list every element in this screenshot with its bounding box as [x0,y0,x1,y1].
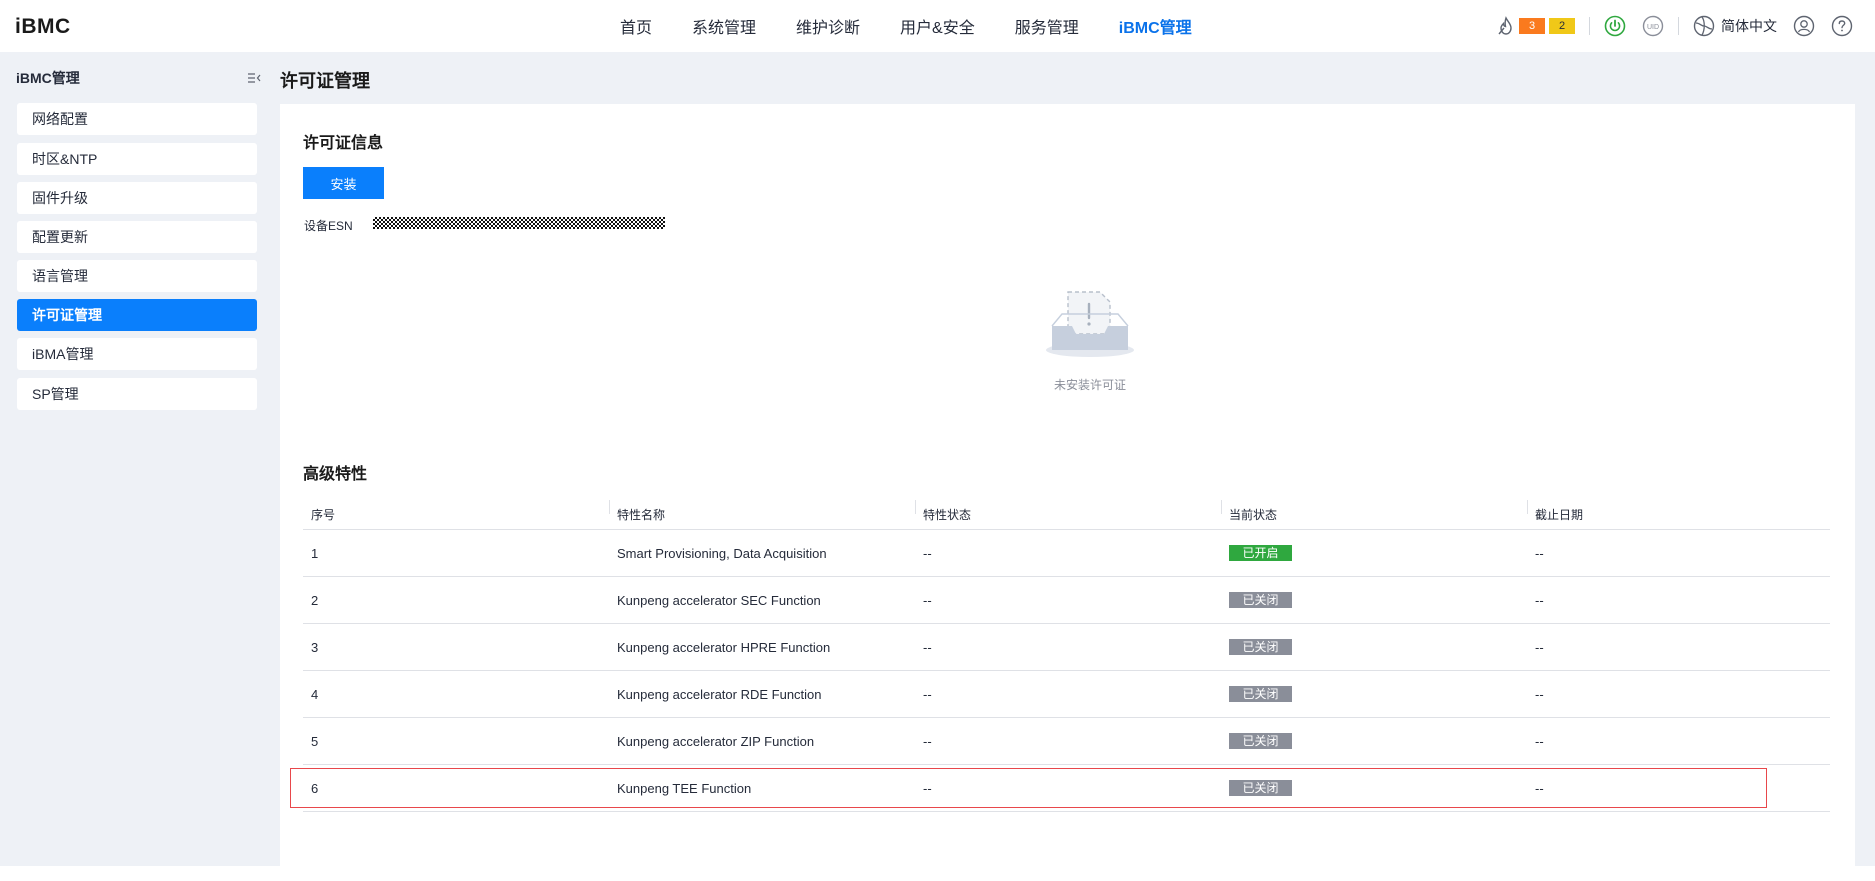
sidebar-item-language[interactable]: 语言管理 [17,260,257,292]
sidebar-item-firmware[interactable]: 固件升级 [17,182,257,214]
status-badge: 已关闭 [1229,639,1292,655]
features-table: 序号 特性名称 特性状态 当前状态 截止日期 1 Smart Provision… [290,500,1830,812]
table-header: 序号 特性名称 特性状态 当前状态 截止日期 [303,500,1830,530]
cell-feature-state: -- [923,592,932,608]
svg-text:UID: UID [1647,24,1659,31]
table-row: 5 Kunpeng accelerator ZIP Function -- 已关… [303,718,1830,765]
alarm-icon[interactable] [1497,16,1515,36]
cell-deadline: -- [1535,639,1544,655]
nav-item-user-security[interactable]: 用户&安全 [900,14,975,38]
cell-deadline: -- [1535,545,1544,561]
cell-no: 6 [311,780,319,796]
language-icon[interactable] [1693,15,1715,37]
table-row: 1 Smart Provisioning, Data Acquisition -… [303,530,1830,577]
license-panel: 许可证信息 安装 设备ESN 未安装许可证 高级特性 序号 特性名称 特性状态 … [280,104,1855,866]
cell-name: Smart Provisioning, Data Acquisition [617,545,827,561]
page-title: 许可证管理 [280,71,370,91]
sidebar-item-timezone-ntp[interactable]: 时区&NTP [17,143,257,175]
table-row: 2 Kunpeng accelerator SEC Function -- 已关… [303,577,1830,624]
cell-current-state: 已关闭 [1221,780,1527,796]
install-button[interactable]: 安装 [303,167,384,199]
nav-item-ibmc[interactable]: iBMC管理 [1119,14,1192,38]
sidebar-header: iBMC管理 [16,66,263,90]
empty-inbox-icon [1046,291,1134,357]
table-row-highlighted: 6 Kunpeng TEE Function -- 已关闭 -- [290,765,1830,812]
cell-name: Kunpeng accelerator HPRE Function [617,639,831,655]
column-header-feature-state: 特性状态 [915,500,1221,523]
cell-current-state: 已关闭 [1221,733,1527,749]
advanced-features-title: 高级特性 [303,466,368,483]
major-alarm-badge[interactable]: 3 [1519,18,1545,34]
cell-feature-state: -- [923,733,932,749]
column-header-current-state: 当前状态 [1221,500,1527,523]
header-actions: 3 2 UID 简体中文 [1497,0,1875,52]
cell-deadline: -- [1535,733,1544,749]
status-badge: 已关闭 [1229,780,1292,796]
help-icon[interactable] [1831,15,1853,37]
cell-feature-state: -- [923,639,932,655]
column-header-name: 特性名称 [609,500,915,523]
table-row: 3 Kunpeng accelerator HPRE Function -- 已… [303,624,1830,671]
sidebar-item-ibma[interactable]: iBMA管理 [17,338,257,370]
sidebar-title: iBMC管理 [16,70,80,86]
collapse-sidebar-icon[interactable] [247,72,261,84]
cell-no: 1 [311,545,319,561]
cell-deadline: -- [1535,780,1544,796]
user-icon[interactable] [1793,15,1815,37]
cell-deadline: -- [1535,592,1544,608]
license-info-title: 许可证信息 [303,135,384,152]
column-header-deadline: 截止日期 [1527,500,1830,523]
column-header-no: 序号 [311,508,336,522]
sidebar-item-license[interactable]: 许可证管理 [17,299,257,331]
cell-no: 3 [311,639,319,655]
nav-item-services[interactable]: 服务管理 [1015,14,1079,38]
sidebar: iBMC管理 网络配置 时区&NTP 固件升级 配置更新 语言管理 许可证管理 … [8,52,263,866]
app-logo: iBMC [15,15,71,38]
language-label[interactable]: 简体中文 [1721,16,1777,36]
cell-feature-state: -- [923,545,932,561]
table-row: 4 Kunpeng accelerator RDE Function -- 已关… [303,671,1830,718]
status-badge: 已开启 [1229,545,1292,561]
nav-item-home[interactable]: 首页 [620,14,652,38]
esn-label: 设备ESN [304,219,353,233]
empty-state [1020,284,1160,367]
top-bar: iBMC 首页 系统管理 维护诊断 用户&安全 服务管理 iBMC管理 3 2 … [0,0,1875,52]
cell-name: Kunpeng accelerator RDE Function [617,686,822,702]
cell-feature-state: -- [923,780,932,796]
cell-no: 2 [311,592,319,608]
cell-current-state: 已关闭 [1221,592,1527,608]
cell-current-state: 已关闭 [1221,686,1527,702]
cell-name: Kunpeng accelerator SEC Function [617,592,821,608]
status-badge: 已关闭 [1229,686,1292,702]
cell-current-state: 已关闭 [1221,639,1527,655]
sidebar-item-sp[interactable]: SP管理 [17,378,257,410]
power-icon[interactable] [1604,15,1626,37]
nav-item-maintenance[interactable]: 维护诊断 [796,14,860,38]
minor-alarm-badge[interactable]: 2 [1549,18,1575,34]
cell-name: Kunpeng accelerator ZIP Function [617,733,815,749]
cell-no: 5 [311,733,319,749]
esn-value-masked [373,217,665,229]
cell-feature-state: -- [923,686,932,702]
sidebar-item-network[interactable]: 网络配置 [17,103,257,135]
status-badge: 已关闭 [1229,733,1292,749]
empty-state-text: 未安装许可证 [1053,378,1126,392]
divider [1589,17,1590,35]
cell-deadline: -- [1535,686,1544,702]
cell-name: Kunpeng TEE Function [617,780,752,796]
uid-icon[interactable]: UID [1642,15,1664,37]
main-nav: 首页 系统管理 维护诊断 用户&安全 服务管理 iBMC管理 [620,0,1232,52]
status-badge: 已关闭 [1229,592,1292,608]
sidebar-item-config-update[interactable]: 配置更新 [17,221,257,253]
nav-item-system[interactable]: 系统管理 [692,14,756,38]
divider [1678,17,1679,35]
cell-no: 4 [311,686,319,702]
cell-current-state: 已开启 [1221,545,1527,561]
